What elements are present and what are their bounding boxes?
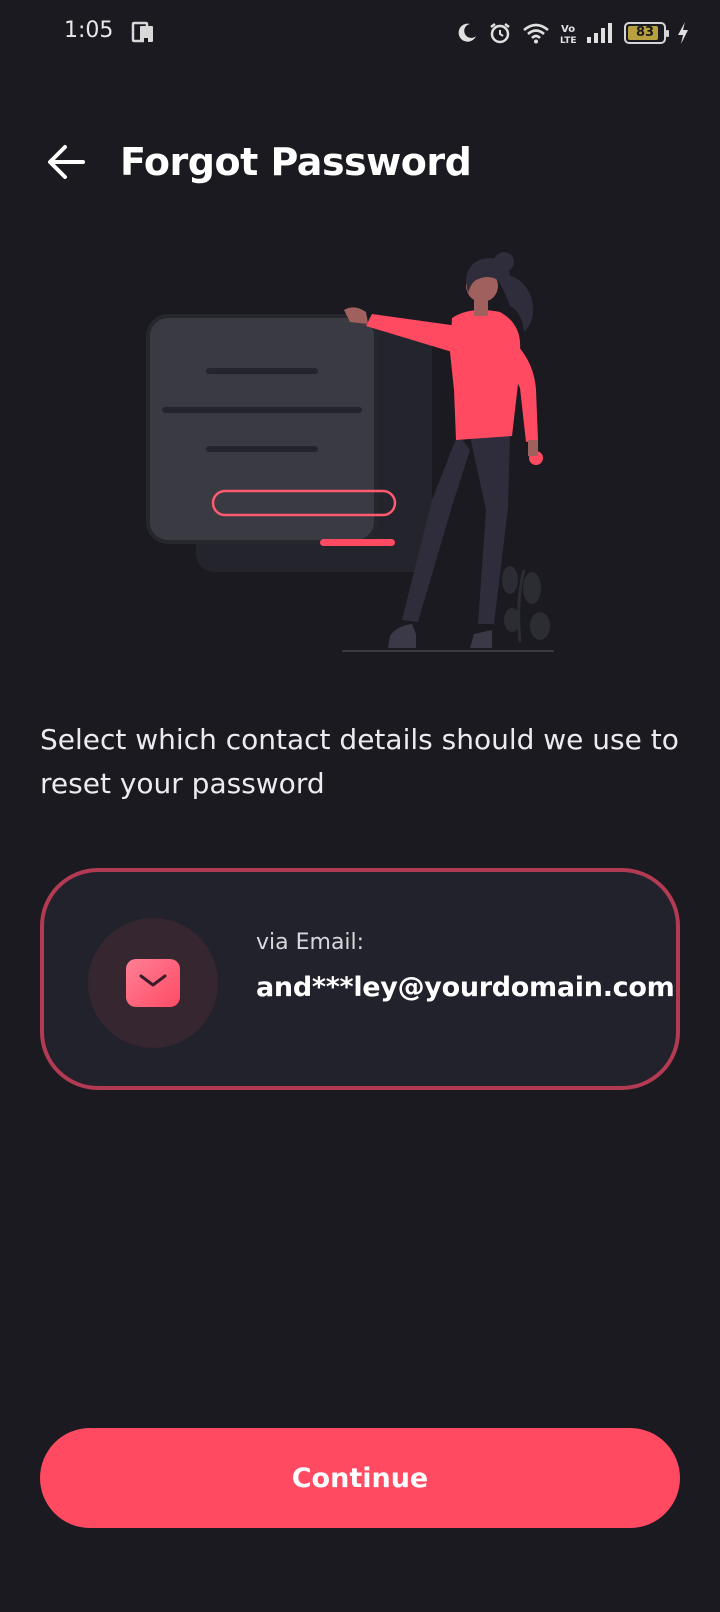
- contact-icon-container: [88, 918, 218, 1048]
- charging-icon: [676, 21, 690, 45]
- volte-icon: Vo LTE: [560, 21, 576, 45]
- page-title: Forgot Password: [120, 140, 472, 184]
- wifi-icon: [522, 22, 550, 44]
- moon-icon: [456, 22, 478, 44]
- arrow-left-icon: [46, 144, 86, 184]
- status-icons: Vo LTE 83: [456, 18, 690, 48]
- mail-icon: [126, 959, 180, 1007]
- svg-text:LTE: LTE: [560, 36, 576, 45]
- forgot-password-illustration: [140, 250, 580, 670]
- status-bar: 1:05 Vo LTE 83: [0, 0, 720, 66]
- back-button[interactable]: [40, 138, 92, 190]
- status-time: 1:05: [64, 18, 114, 43]
- svg-text:Vo: Vo: [561, 24, 575, 35]
- battery-level: 83: [635, 25, 655, 40]
- contact-email-value: and***ley@yourdomain.com: [256, 972, 675, 1003]
- battery-icon: 83: [624, 22, 669, 44]
- signal-icon: [586, 22, 614, 44]
- header: Forgot Password: [0, 130, 720, 196]
- contact-option-email[interactable]: via Email: and***ley@yourdomain.com: [40, 868, 680, 1090]
- contact-method-label: via Email:: [256, 930, 365, 955]
- alarm-icon: [488, 21, 512, 45]
- instruction-text: Select which contact details should we u…: [40, 723, 679, 800]
- notification-icon: [130, 20, 156, 46]
- continue-button[interactable]: Continue: [40, 1428, 680, 1528]
